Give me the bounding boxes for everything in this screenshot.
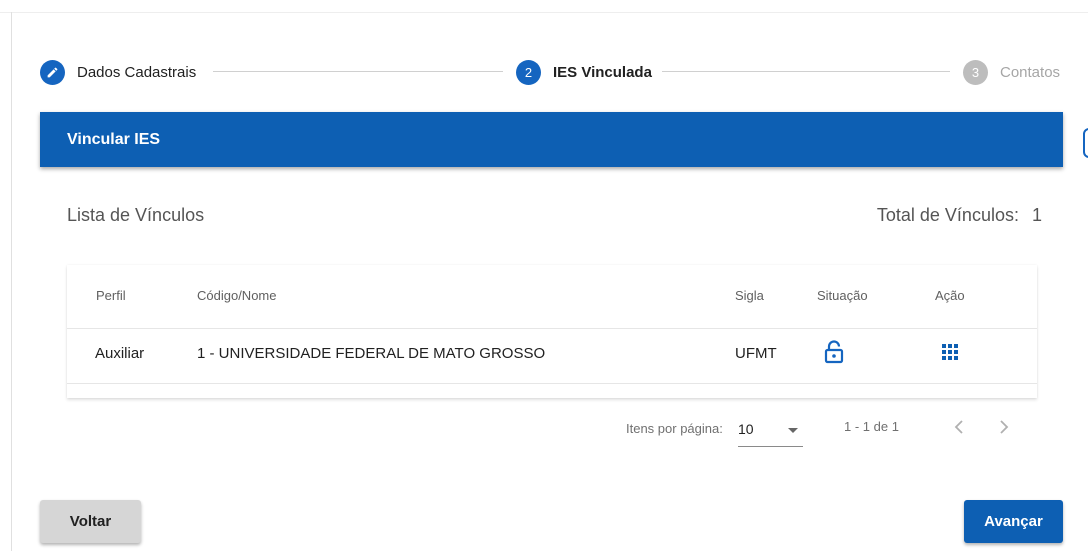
- chevron-right-icon: [1000, 420, 1009, 434]
- step-contatos[interactable]: 3 Contatos: [963, 59, 1060, 85]
- step-dados-cadastrais[interactable]: Dados Cadastrais: [40, 59, 196, 85]
- page-size-select[interactable]: 10: [738, 418, 803, 447]
- step-number: 3: [963, 59, 988, 85]
- header-sigla[interactable]: Sigla: [735, 288, 764, 303]
- panel-header: Vincular IES: [40, 112, 1063, 167]
- step-label: IES Vinculada: [553, 63, 652, 81]
- header-codigo-nome[interactable]: Código/Nome: [197, 288, 277, 303]
- unlock-icon[interactable]: [823, 340, 845, 364]
- next-page-button[interactable]: [990, 413, 1018, 441]
- row-divider: [67, 383, 1037, 384]
- total-label: Total de Vínculos:: [876, 205, 1019, 225]
- panel-title: Vincular IES: [67, 131, 161, 148]
- cell-sigla: UFMT: [735, 345, 777, 362]
- items-per-page-label: Itens por página:: [626, 421, 723, 436]
- side-handle[interactable]: [1083, 128, 1088, 158]
- chevron-left-icon: [954, 420, 963, 434]
- previous-page-button[interactable]: [945, 413, 973, 441]
- voltar-button[interactable]: Voltar: [40, 500, 141, 543]
- header-divider: [67, 328, 1037, 329]
- step-number: 2: [516, 59, 541, 85]
- page-size-value: 10: [738, 421, 754, 437]
- caret-down-icon: [788, 428, 798, 433]
- list-title: Lista de Vínculos: [67, 205, 205, 225]
- step-connector: [662, 71, 950, 72]
- step-ies-vinculada[interactable]: 2 IES Vinculada: [516, 59, 652, 85]
- step-done-circle: [40, 59, 65, 85]
- header-situacao[interactable]: Situação: [817, 288, 868, 303]
- top-divider: [0, 0, 1088, 13]
- step-connector: [213, 71, 503, 72]
- page-range: 1 - 1 de 1: [844, 419, 899, 434]
- avancar-button[interactable]: Avançar: [964, 500, 1063, 543]
- cell-perfil: Auxiliar: [95, 345, 145, 362]
- total-value: 1: [1031, 205, 1042, 225]
- left-divider: [11, 12, 12, 551]
- step-label: Contatos: [1000, 63, 1061, 81]
- cell-codigo-nome: 1 - UNIVERSIDADE FEDERAL DE MATO GROSSO: [197, 345, 546, 362]
- vinculos-table: Perfil Código/Nome Sigla Situação Ação A…: [67, 265, 1037, 398]
- total-vinculos: Total de Vínculos: 1: [877, 205, 1042, 226]
- pencil-icon: [47, 67, 58, 77]
- step-label: Dados Cadastrais: [77, 63, 197, 81]
- header-acao[interactable]: Ação: [935, 288, 965, 303]
- header-perfil[interactable]: Perfil: [96, 288, 126, 303]
- grid-menu-icon[interactable]: [942, 344, 958, 360]
